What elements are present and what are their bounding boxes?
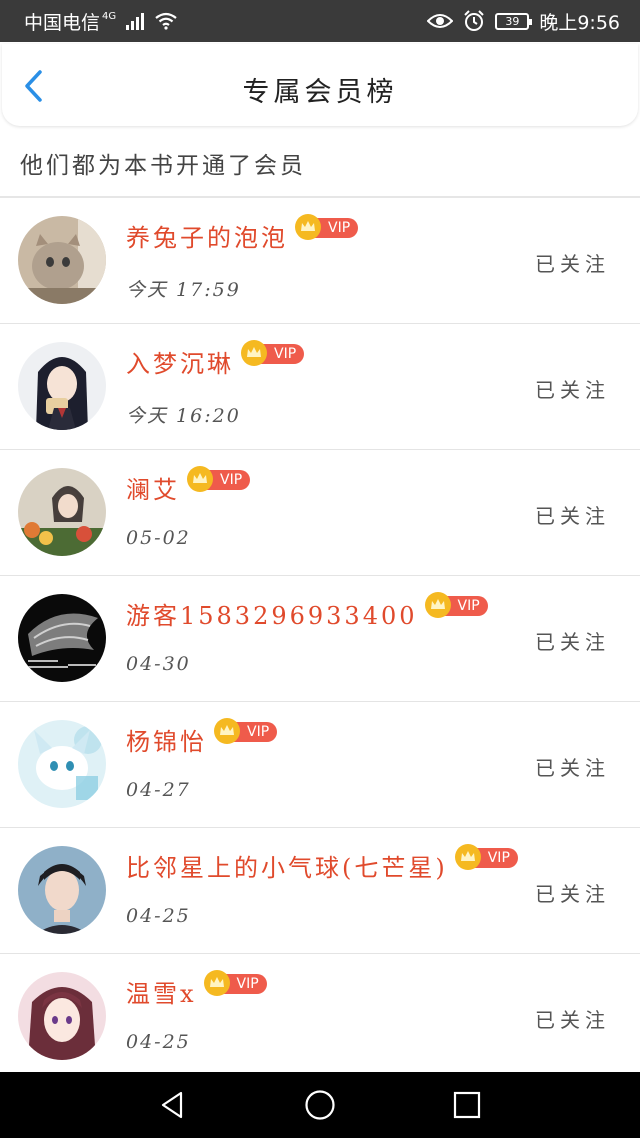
vip-label: VIP <box>274 345 297 362</box>
battery-level: 39 <box>505 14 520 28</box>
crown-icon <box>214 717 240 744</box>
vip-badge: VIP <box>241 339 305 366</box>
crown-icon <box>241 339 267 366</box>
vip-label: VIP <box>247 723 270 740</box>
crown-icon <box>295 213 321 240</box>
battery-icon: 39 <box>495 12 533 30</box>
vip-label: VIP <box>487 849 510 866</box>
member-row[interactable]: 温雪x VIP 04-25 已关注 <box>0 954 640 1080</box>
avatar <box>18 846 106 934</box>
avatar <box>18 594 106 682</box>
crown-icon <box>187 465 213 492</box>
carrier-label: 中国电信 <box>24 11 101 34</box>
avatar <box>18 216 106 304</box>
vip-label: VIP <box>457 597 480 614</box>
vip-badge: VIP <box>187 465 251 492</box>
follow-status-button[interactable]: 已关注 <box>535 878 610 907</box>
member-name: 游客1583296933400 <box>126 602 418 630</box>
member-row[interactable]: 入梦沉琳 VIP 今天 16:20 已关注 <box>0 324 640 450</box>
member-row[interactable]: 比邻星上的小气球(七芒星) VIP 04-25 已关注 <box>0 828 640 954</box>
follow-status-button[interactable]: 已关注 <box>535 1004 610 1033</box>
vip-badge: VIP <box>295 213 359 240</box>
page-title: 专属会员榜 <box>242 77 398 108</box>
system-nav-bar <box>0 1072 640 1138</box>
nav-back-button[interactable] <box>148 1080 198 1130</box>
crown-icon <box>424 591 451 618</box>
join-date: 04-25 <box>126 905 191 927</box>
follow-status-button[interactable]: 已关注 <box>535 374 610 403</box>
nav-home-button[interactable] <box>295 1080 345 1130</box>
vip-label: VIP <box>328 219 351 236</box>
crown-icon <box>203 969 230 996</box>
follow-status-button[interactable]: 已关注 <box>535 626 610 655</box>
network-type: 4G <box>102 10 117 22</box>
avatar <box>18 342 106 430</box>
join-date: 04-25 <box>126 1031 191 1053</box>
member-row[interactable]: 杨锦怡 VIP 04-27 已关注 <box>0 702 640 828</box>
triangle-back-icon <box>162 1091 183 1119</box>
join-date: 今天 16:20 <box>126 405 241 427</box>
vip-badge: VIP <box>454 843 518 870</box>
vip-label: VIP <box>220 471 243 488</box>
vip-badge: VIP <box>214 717 278 744</box>
follow-status-button[interactable]: 已关注 <box>535 500 610 529</box>
vip-label: VIP <box>236 975 259 992</box>
status-bar: 中国电信 4G 39 晚上9:56 <box>0 0 640 42</box>
join-date: 今天 17:59 <box>126 279 241 301</box>
avatar <box>18 468 106 556</box>
member-row[interactable]: 游客1583296933400 VIP 04-30 已关注 <box>0 576 640 702</box>
signal-icon <box>126 12 145 30</box>
member-list: 养兔子的泡泡 VIP 今天 17:59 已关注 入梦沉琳 VIP 今天 16:2… <box>0 198 640 1080</box>
member-name: 比邻星上的小气球(七芒星) <box>126 854 448 882</box>
nav-recents-button[interactable] <box>442 1080 492 1130</box>
vip-badge: VIP <box>203 969 267 996</box>
avatar <box>18 720 106 808</box>
member-row[interactable]: 澜艾 VIP 05-02 已关注 <box>0 450 640 576</box>
join-date: 04-27 <box>126 779 191 801</box>
circle-home-icon <box>305 1090 335 1120</box>
member-row[interactable]: 养兔子的泡泡 VIP 今天 17:59 已关注 <box>0 198 640 324</box>
join-date: 05-02 <box>126 527 191 549</box>
follow-status-button[interactable]: 已关注 <box>535 752 610 781</box>
crown-icon <box>454 843 481 870</box>
square-recents-icon <box>453 1091 480 1119</box>
member-name: 杨锦怡 <box>126 728 207 756</box>
eye-icon <box>427 14 454 28</box>
clock: 晚上9:56 <box>539 11 620 34</box>
join-date: 04-30 <box>126 653 191 675</box>
vip-badge: VIP <box>424 591 488 618</box>
member-name: 温雪x <box>126 980 197 1008</box>
follow-status-button[interactable]: 已关注 <box>535 248 610 277</box>
member-name: 澜艾 <box>126 476 180 504</box>
wifi-icon <box>155 12 177 30</box>
avatar <box>18 972 106 1060</box>
member-name: 入梦沉琳 <box>126 350 234 378</box>
section-subtitle: 他们都为本书开通了会员 <box>20 153 306 179</box>
alarm-icon <box>464 10 485 31</box>
app-header: 专属会员榜 <box>2 44 638 126</box>
member-name: 养兔子的泡泡 <box>126 224 288 252</box>
